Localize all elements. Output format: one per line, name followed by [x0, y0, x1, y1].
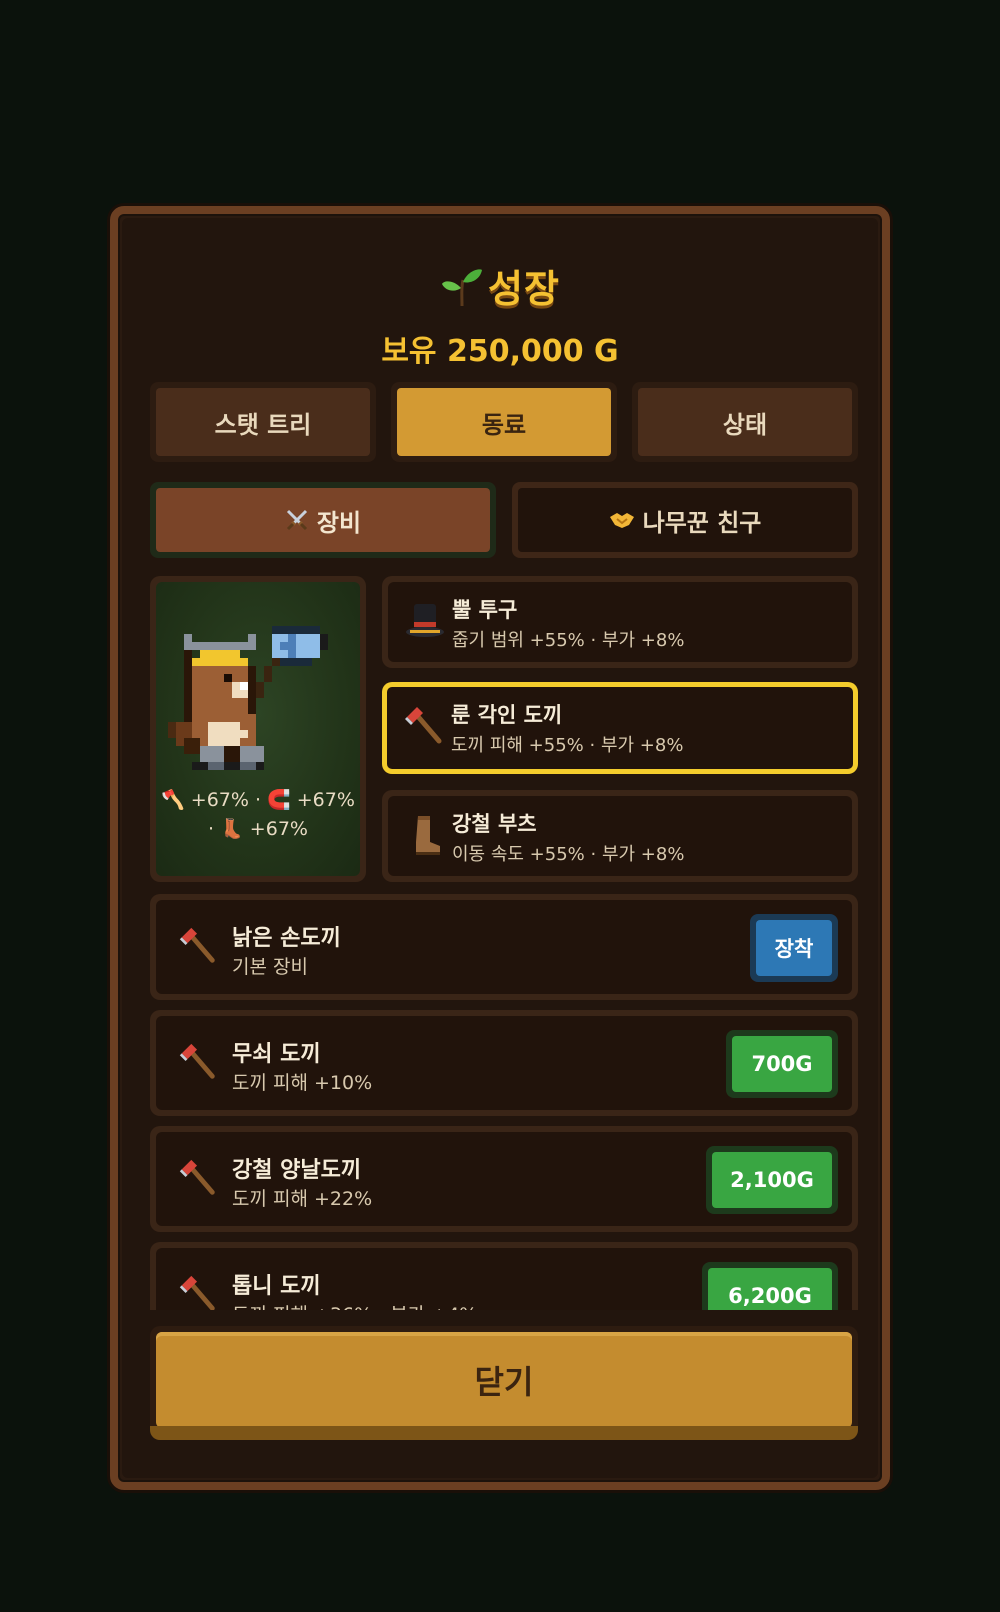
- sprout-icon: [442, 269, 483, 307]
- sub-tabs: 장비 나무꾼 친구: [150, 482, 858, 558]
- top-hat-icon: [406, 604, 444, 637]
- subtab-lumberjack-friend[interactable]: 나무꾼 친구: [512, 482, 858, 558]
- item-desc: 도끼 피해 +36% · 부가 +4%: [232, 1300, 477, 1310]
- buy-button[interactable]: 2,100G: [706, 1146, 838, 1214]
- buy-button[interactable]: 6,200G: [702, 1262, 838, 1310]
- crossed-swords-icon: [286, 509, 307, 531]
- item-desc: 도끼 피해 +22%: [232, 1188, 373, 1210]
- list-item: 무쇠 도끼 도끼 피해 +10% 700G: [150, 1010, 858, 1116]
- tab-stat-tree[interactable]: 스탯 트리: [150, 382, 376, 462]
- boot-icon: [416, 816, 440, 855]
- list-item: 톱니 도끼 도끼 피해 +36% · 부가 +4% 6,200G: [150, 1242, 858, 1310]
- growth-panel: 성장 보유 250,000 G 스탯 트리 동료 상태 장비 나무꾼 친구 🪓 …: [110, 206, 890, 1490]
- tab-label: 동료: [397, 388, 611, 456]
- title-text: 성장: [488, 267, 560, 311]
- item-name: 무쇠 도끼: [232, 1042, 321, 1067]
- equip-name: 강철 부츠: [452, 812, 537, 836]
- equip-slot-helmet[interactable]: 뿔 투구 줍기 범위 +55% · 부가 +8%: [382, 576, 858, 668]
- stats-line-1: 🪓 +67% · 🧲 +67%: [161, 789, 355, 811]
- main-tabs: 스탯 트리 동료 상태: [150, 382, 858, 462]
- list-item: 낡은 손도끼 기본 장비 장착: [150, 894, 858, 1000]
- equip-desc: 이동 속도 +55% · 부가 +8%: [452, 844, 685, 865]
- subtab-label: 장비: [316, 508, 362, 537]
- buy-button[interactable]: 700G: [726, 1030, 838, 1098]
- companion-stats: 🪓 +67% · 🧲 +67% · 👢 +67%: [156, 786, 360, 844]
- item-desc: 기본 장비: [232, 956, 308, 978]
- equip-slot-axe[interactable]: 룬 각인 도끼 도끼 피해 +55% · 부가 +8%: [382, 682, 858, 774]
- axe-icon: [179, 927, 215, 963]
- tab-companion[interactable]: 동료: [391, 382, 617, 462]
- equip-name: 룬 각인 도끼: [451, 703, 563, 727]
- item-desc: 도끼 피해 +10%: [232, 1072, 373, 1094]
- tab-label: 상태: [638, 388, 852, 456]
- equip-slot-boots[interactable]: 강철 부츠 이동 속도 +55% · 부가 +8%: [382, 790, 858, 882]
- item-name: 톱니 도끼: [232, 1274, 321, 1299]
- axe-shop-list[interactable]: 낡은 손도끼 기본 장비 장착 무쇠 도끼 도끼 피해 +10% 700G 강철…: [150, 894, 858, 1310]
- item-name: 낡은 손도끼: [232, 926, 341, 951]
- stats-line-2: · 👢 +67%: [208, 818, 308, 840]
- equip-desc: 도끼 피해 +55% · 부가 +8%: [451, 735, 684, 756]
- axe-icon: [179, 1043, 215, 1079]
- close-button[interactable]: 닫기: [150, 1326, 858, 1440]
- companion-portrait: 🪓 +67% · 🧲 +67% · 👢 +67%: [150, 576, 366, 882]
- equip-name: 뿔 투구: [452, 598, 518, 622]
- axe-icon: [179, 1159, 215, 1195]
- panel-inner: 성장 보유 250,000 G 스탯 트리 동료 상태 장비 나무꾼 친구 🪓 …: [122, 218, 878, 1478]
- list-item: 강철 양날도끼 도끼 피해 +22% 2,100G: [150, 1126, 858, 1232]
- subtab-label: 나무꾼 친구: [642, 508, 762, 537]
- axe-icon: [405, 707, 442, 744]
- close-label: 닫기: [156, 1332, 852, 1428]
- tab-label: 스탯 트리: [156, 388, 370, 456]
- gold-balance: 보유 250,000 G: [381, 334, 619, 369]
- item-name: 강철 양날도끼: [232, 1158, 362, 1183]
- equip-button[interactable]: 장착: [750, 914, 838, 982]
- equip-desc: 줍기 범위 +55% · 부가 +8%: [452, 630, 685, 651]
- tab-status[interactable]: 상태: [632, 382, 858, 462]
- axe-icon: [179, 1275, 215, 1310]
- panel-title: 성장: [122, 258, 878, 313]
- subtab-equipment[interactable]: 장비: [150, 482, 496, 558]
- beaver-lumberjack-sprite: [168, 626, 328, 770]
- handshake-icon: [609, 513, 634, 528]
